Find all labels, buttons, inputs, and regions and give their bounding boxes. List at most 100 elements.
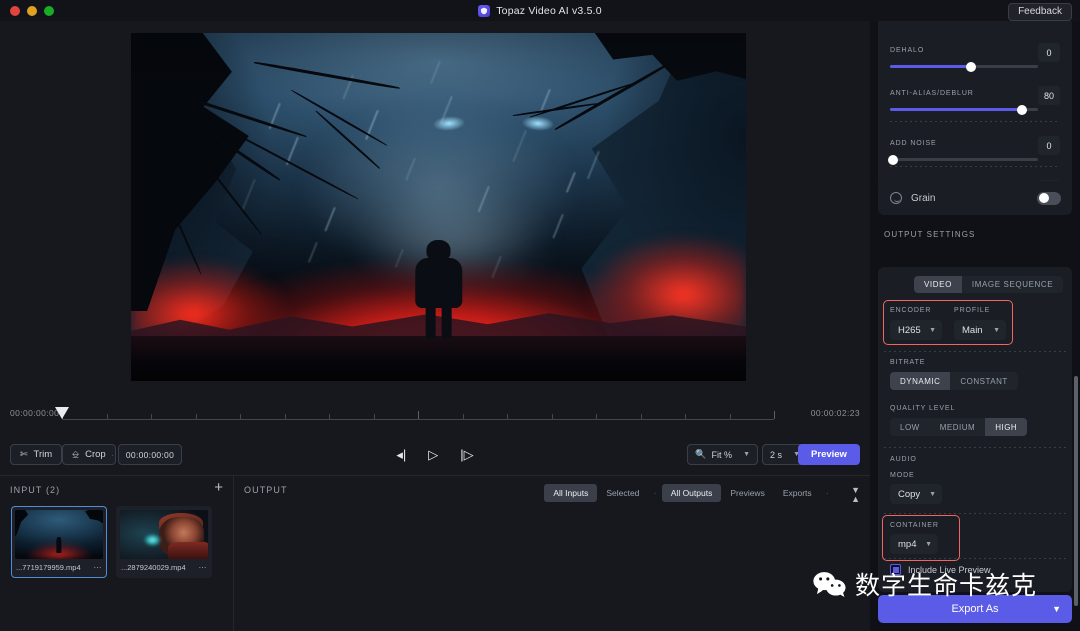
current-timecode-field[interactable]: 00:00:00:00 — [118, 444, 182, 465]
seconds-value: 2 s — [770, 450, 782, 460]
slider-value[interactable]: 80 — [1038, 86, 1060, 105]
main-area: 00:00:00:00 00:00:02:23 ✄ Trim ⎒ Crop · … — [0, 21, 870, 631]
plus-icon[interactable]: + — [214, 481, 223, 495]
minimize-button[interactable] — [27, 6, 37, 16]
filter-previews[interactable]: Previews — [721, 484, 773, 502]
playback-controls: ◂| ▷ |▷ — [396, 444, 473, 465]
encoder-value: H265 — [898, 325, 921, 336]
input-thumbnail-list: ...7719179959.mp4 ⋯ ...2879240029.mp4 ⋯ — [11, 506, 212, 578]
ellipsis-icon[interactable]: ⋯ — [199, 563, 208, 572]
trim-button[interactable]: ✄ Trim — [10, 444, 62, 465]
title-bar: Topaz Video AI v3.5.0 Feedback — [0, 0, 1080, 21]
output-mode-tabs: VIDEO IMAGE SEQUENCE — [914, 276, 1063, 293]
timeline-start-timecode: 00:00:00:00 — [10, 408, 59, 418]
bitrate-label: BITRATE — [890, 359, 925, 366]
tab-image-sequence[interactable]: IMAGE SEQUENCE — [962, 276, 1063, 293]
watermark-text: 数字生命卡兹克 — [855, 566, 1037, 602]
quality-medium[interactable]: MEDIUM — [930, 418, 985, 436]
slider-add-noise[interactable]: ADD NOISE 0 — [890, 132, 1060, 161]
watermark: 数字生命卡兹克 — [812, 566, 1037, 602]
timeline[interactable]: 00:00:00:00 00:00:02:23 — [0, 395, 870, 435]
scissors-icon: ✄ — [20, 449, 28, 460]
filter-settings-card: DEHALO 0 ANTI-ALIAS/DEBLUR 80 ADD NOISE … — [878, 21, 1072, 194]
filter-selected[interactable]: Selected — [597, 484, 648, 502]
grain-icon — [890, 192, 902, 204]
list-item[interactable]: ...7719179959.mp4 ⋯ — [11, 506, 107, 578]
zoom-level-select[interactable]: 🔍 Fit % ▼ — [687, 444, 758, 465]
zoom-level-value: Fit % — [712, 450, 733, 460]
video-preview[interactable] — [131, 33, 746, 381]
crop-icon: ⎒ — [72, 449, 79, 460]
grain-label: Grain — [911, 193, 935, 204]
next-frame-icon[interactable]: |▷ — [460, 444, 473, 465]
title-center: Topaz Video AI v3.5.0 — [0, 0, 1080, 21]
filter-all-outputs[interactable]: All Outputs — [662, 484, 722, 502]
sidebar-scrollbar[interactable] — [1074, 376, 1078, 606]
audio-mode-select[interactable]: Copy ▼ — [890, 484, 942, 504]
encoder-label: ENCODER — [890, 307, 931, 314]
bitrate-dynamic[interactable]: DYNAMIC — [890, 372, 950, 390]
thumbnail-image — [120, 510, 208, 559]
zoom-button[interactable] — [44, 6, 54, 16]
encoder-select[interactable]: H265 ▼ — [890, 320, 942, 340]
sort-icon[interactable]: ▼ ▲ — [851, 486, 860, 504]
tab-video[interactable]: VIDEO — [914, 276, 962, 293]
ellipsis-icon[interactable]: ⋯ — [94, 563, 103, 572]
feedback-button[interactable]: Feedback — [1008, 3, 1072, 21]
wechat-icon — [812, 571, 848, 597]
input-panel: INPUT (2) + ...7719179959.mp4 ⋯ ...28792… — [0, 476, 234, 631]
output-panel-title: OUTPUT — [244, 485, 288, 495]
crop-label: Crop — [85, 449, 106, 460]
bitrate-options: DYNAMIC CONSTANT — [890, 372, 1018, 390]
profile-label: PROFILE — [954, 307, 990, 314]
timeline-end-timecode: 00:00:02:23 — [811, 408, 860, 418]
filter-exports[interactable]: Exports — [774, 484, 821, 502]
preview-button[interactable]: Preview — [798, 444, 860, 465]
app-title: Topaz Video AI v3.5.0 — [496, 5, 602, 17]
quality-high[interactable]: HIGH — [985, 418, 1027, 436]
audio-mode-value: Copy — [898, 489, 920, 500]
grain-row[interactable]: Grain — [878, 181, 1072, 215]
play-icon[interactable]: ▷ — [428, 444, 438, 465]
audio-label: AUDIO — [890, 456, 917, 463]
transport-bar: ✄ Trim ⎒ Crop · 00:00:00:00 ◂| ▷ |▷ 🔍 Fi… — [0, 435, 870, 476]
chevron-down-icon: ▼ — [1052, 604, 1061, 614]
chevron-down-icon: ▼ — [993, 327, 1000, 334]
chevron-down-icon: ▼ — [743, 451, 750, 458]
slider-label: DEHALO — [890, 47, 924, 54]
input-filename: ...7719179959.mp4 — [16, 563, 81, 572]
output-panel: OUTPUT All Inputs Selected · All Outputs… — [234, 476, 870, 631]
export-as-label: Export As — [951, 603, 998, 615]
chevron-down-icon: ▼ — [929, 327, 936, 334]
preview-stage — [0, 21, 870, 395]
slider-dehalo[interactable]: DEHALO 0 — [890, 39, 1060, 68]
separator-dot: · — [648, 488, 661, 499]
slider-label: ANTI-ALIAS/DEBLUR — [890, 90, 974, 97]
bitrate-constant[interactable]: CONSTANT — [950, 372, 1017, 390]
grain-toggle[interactable] — [1037, 192, 1061, 205]
magnifier-icon: 🔍 — [695, 449, 706, 460]
profile-select[interactable]: Main ▼ — [954, 320, 1006, 340]
profile-value: Main — [962, 325, 983, 336]
prev-frame-icon[interactable]: ◂| — [396, 444, 406, 465]
trim-label: Trim — [34, 449, 53, 460]
slider-value[interactable]: 0 — [1038, 43, 1060, 62]
timeline-playhead[interactable] — [55, 407, 70, 420]
quality-level-label: QUALITY LEVEL — [890, 405, 955, 412]
container-select[interactable]: mp4 ▼ — [890, 534, 938, 554]
output-settings-card: VIDEO IMAGE SEQUENCE ENCODER PROFILE H26… — [878, 267, 1072, 592]
close-button[interactable] — [10, 6, 20, 16]
audio-mode-label: MODE — [890, 472, 915, 479]
slider-anti-alias-deblur[interactable]: ANTI-ALIAS/DEBLUR 80 — [890, 82, 1060, 111]
traffic-lights — [0, 6, 54, 16]
list-item[interactable]: ...2879240029.mp4 ⋯ — [116, 506, 212, 578]
quality-low[interactable]: LOW — [890, 418, 930, 436]
output-settings-title: OUTPUT SETTINGS — [884, 230, 975, 239]
slider-value[interactable]: 0 — [1038, 136, 1060, 155]
output-filter-group: All Inputs Selected · All Outputs Previe… — [544, 484, 834, 502]
crop-button[interactable]: ⎒ Crop — [62, 444, 116, 465]
timeline-ruler[interactable] — [62, 419, 774, 420]
filter-all-inputs[interactable]: All Inputs — [544, 484, 597, 502]
topaz-shield-icon — [478, 5, 490, 17]
input-panel-title: INPUT (2) — [10, 485, 60, 495]
